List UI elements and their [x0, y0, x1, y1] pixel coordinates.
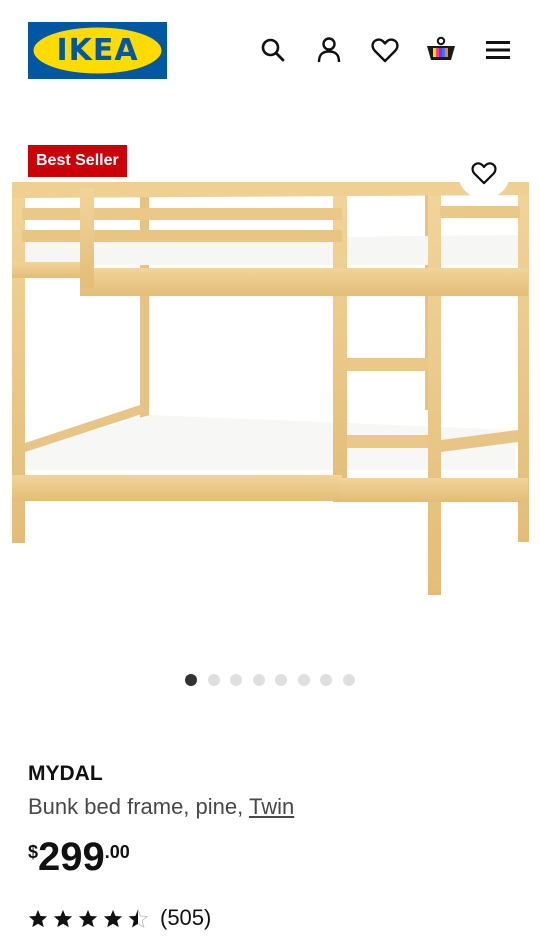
search-button[interactable]	[255, 34, 291, 66]
carousel-dot[interactable]	[297, 674, 310, 686]
logo-text: IKEA	[56, 33, 139, 68]
heart-icon	[371, 38, 399, 63]
favorites-button[interactable]	[367, 34, 403, 66]
bunk-bed-illustration	[12, 182, 529, 595]
product-description: Bunk bed frame, pine, Twin	[28, 794, 294, 820]
price-decimal: .00	[104, 842, 130, 862]
carousel-dot[interactable]	[275, 674, 288, 686]
heart-icon	[471, 162, 497, 185]
account-icon	[317, 37, 341, 63]
price-integer: 299	[38, 835, 105, 879]
menu-button[interactable]	[480, 34, 516, 66]
star-filled-icon	[53, 909, 73, 927]
cart-icon	[427, 36, 455, 60]
add-to-favorites-button[interactable]	[458, 147, 510, 199]
best-seller-badge: Best Seller	[28, 145, 127, 177]
price-currency: $	[28, 842, 39, 862]
review-count: (505)	[160, 905, 212, 930]
account-button[interactable]	[311, 34, 347, 66]
product-price: $ 299 .00	[28, 834, 130, 880]
product-description-text: Bunk bed frame, pine,	[28, 794, 249, 819]
product-rating[interactable]: (505)	[28, 905, 211, 931]
star-half-icon	[128, 908, 148, 928]
carousel-dot[interactable]	[230, 674, 243, 686]
carousel-dot[interactable]	[207, 674, 220, 686]
star-filled-icon	[28, 909, 48, 927]
carousel-dot[interactable]	[185, 674, 198, 686]
carousel-dot[interactable]	[252, 674, 265, 686]
ikea-logo[interactable]: IKEA	[28, 22, 167, 79]
carousel-dot[interactable]	[320, 674, 333, 686]
search-icon	[261, 38, 285, 62]
site-header: IKEA	[0, 0, 540, 100]
star-filled-icon	[78, 909, 98, 927]
product-image[interactable]	[0, 140, 540, 640]
carousel-indicator	[0, 674, 540, 686]
rating-stars	[28, 908, 148, 928]
cart-button[interactable]	[423, 34, 459, 66]
star-filled-icon	[103, 909, 123, 927]
carousel-dot[interactable]	[342, 674, 355, 686]
menu-icon	[486, 41, 510, 59]
product-name: MYDAL	[28, 762, 103, 785]
size-link[interactable]: Twin	[249, 794, 294, 819]
